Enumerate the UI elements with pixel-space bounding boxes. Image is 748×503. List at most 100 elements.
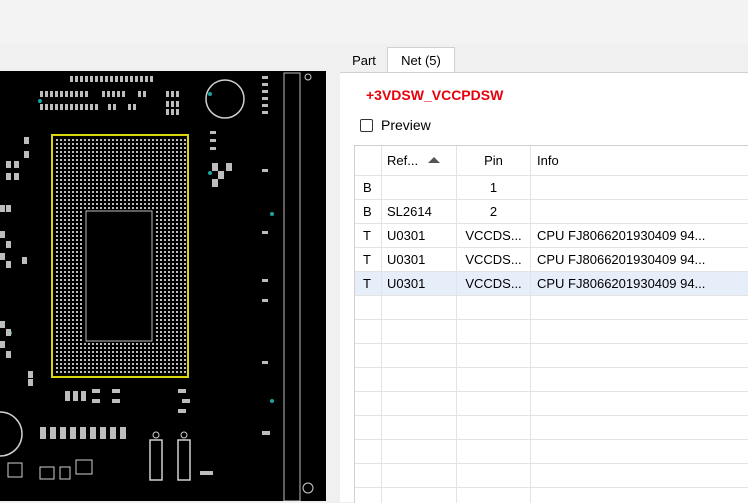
pad [72, 343, 74, 345]
pad [64, 335, 66, 337]
pad [168, 255, 170, 257]
pad [148, 155, 150, 157]
pad [104, 151, 106, 153]
pad [56, 311, 58, 313]
pad [168, 179, 170, 181]
pad [164, 359, 166, 361]
pad [180, 291, 182, 293]
pin-cell [457, 296, 531, 320]
pad [80, 339, 82, 341]
pad [160, 215, 162, 217]
pad [56, 147, 58, 149]
pad [180, 151, 182, 153]
empty-table-row [355, 392, 748, 416]
pad [132, 191, 134, 193]
pad [68, 347, 70, 349]
pad [148, 143, 150, 145]
pad [72, 355, 74, 357]
pad [112, 147, 114, 149]
pad [156, 263, 158, 265]
pad [124, 159, 126, 161]
pad [84, 355, 86, 357]
pad [80, 331, 82, 333]
pad [168, 271, 170, 273]
table-row[interactable]: T U0301 VCCDS... CPU FJ8066201930409 94... [355, 272, 748, 296]
pad [60, 91, 63, 97]
pad [156, 187, 158, 189]
pad [108, 199, 110, 201]
pad [180, 191, 182, 193]
column-header-ref[interactable]: Ref... [382, 146, 457, 176]
pad [124, 371, 126, 373]
pad [64, 311, 66, 313]
preview-checkbox-row[interactable]: Preview [360, 116, 431, 134]
pad [262, 90, 268, 93]
preview-checkbox[interactable] [360, 118, 373, 132]
pad [64, 247, 66, 249]
pad [68, 203, 70, 205]
pad [96, 139, 98, 141]
pad [112, 355, 114, 357]
pad [180, 363, 182, 365]
column-header-pin[interactable]: Pin [457, 146, 531, 176]
pad [60, 271, 62, 273]
pad [68, 191, 70, 193]
pad [176, 199, 178, 201]
pad [40, 427, 46, 439]
pad [76, 311, 78, 313]
pad [112, 159, 114, 161]
table-row[interactable]: T U0301 VCCDS... CPU FJ8066201930409 94... [355, 248, 748, 272]
pad [140, 199, 142, 201]
pad [88, 179, 90, 181]
pad [144, 207, 146, 209]
pad [104, 207, 106, 209]
pad [68, 155, 70, 157]
pad [184, 339, 186, 341]
pad [124, 199, 126, 201]
pad [172, 211, 174, 213]
pad [164, 271, 166, 273]
pad [100, 183, 102, 185]
pad [92, 343, 94, 345]
pad [64, 339, 66, 341]
pad [164, 143, 166, 145]
pad [60, 183, 62, 185]
table-row[interactable]: T U0301 VCCDS... CPU FJ8066201930409 94... [355, 224, 748, 248]
table-row[interactable]: B1 [355, 176, 748, 200]
pad [64, 295, 66, 297]
splitter[interactable] [326, 71, 340, 501]
pad [108, 139, 110, 141]
pad [88, 207, 90, 209]
pad [160, 279, 162, 281]
pad [72, 223, 74, 225]
net-pins-table[interactable]: Ref... Pin Info B 1 B SL2614 2 T U0301 VCCDS...… [354, 145, 748, 503]
ref-cell [382, 464, 457, 488]
pad [56, 187, 58, 189]
pad [156, 355, 158, 357]
pad [176, 347, 178, 349]
pad [40, 104, 43, 110]
column-header-info[interactable]: Info [531, 146, 748, 176]
pad [160, 355, 162, 357]
pcb-layout-graphic[interactable] [0, 71, 326, 501]
pad [116, 139, 118, 141]
pad [90, 104, 93, 110]
pad [14, 161, 19, 168]
pad [156, 343, 158, 345]
pcb-board-view[interactable] [0, 71, 326, 501]
table-row[interactable]: B SL2614 2 [355, 200, 748, 224]
pad [116, 355, 118, 357]
pad [68, 143, 70, 145]
tab-net[interactable]: Net (5) [387, 47, 455, 73]
pad [76, 247, 78, 249]
pad [88, 151, 90, 153]
pad [112, 371, 114, 373]
pad [108, 187, 110, 189]
tab-part[interactable]: Part [342, 50, 386, 72]
pad [76, 143, 78, 145]
column-header-side[interactable] [355, 146, 382, 176]
pad [92, 183, 94, 185]
pad [132, 195, 134, 197]
pad [140, 167, 142, 169]
pad [180, 171, 182, 173]
